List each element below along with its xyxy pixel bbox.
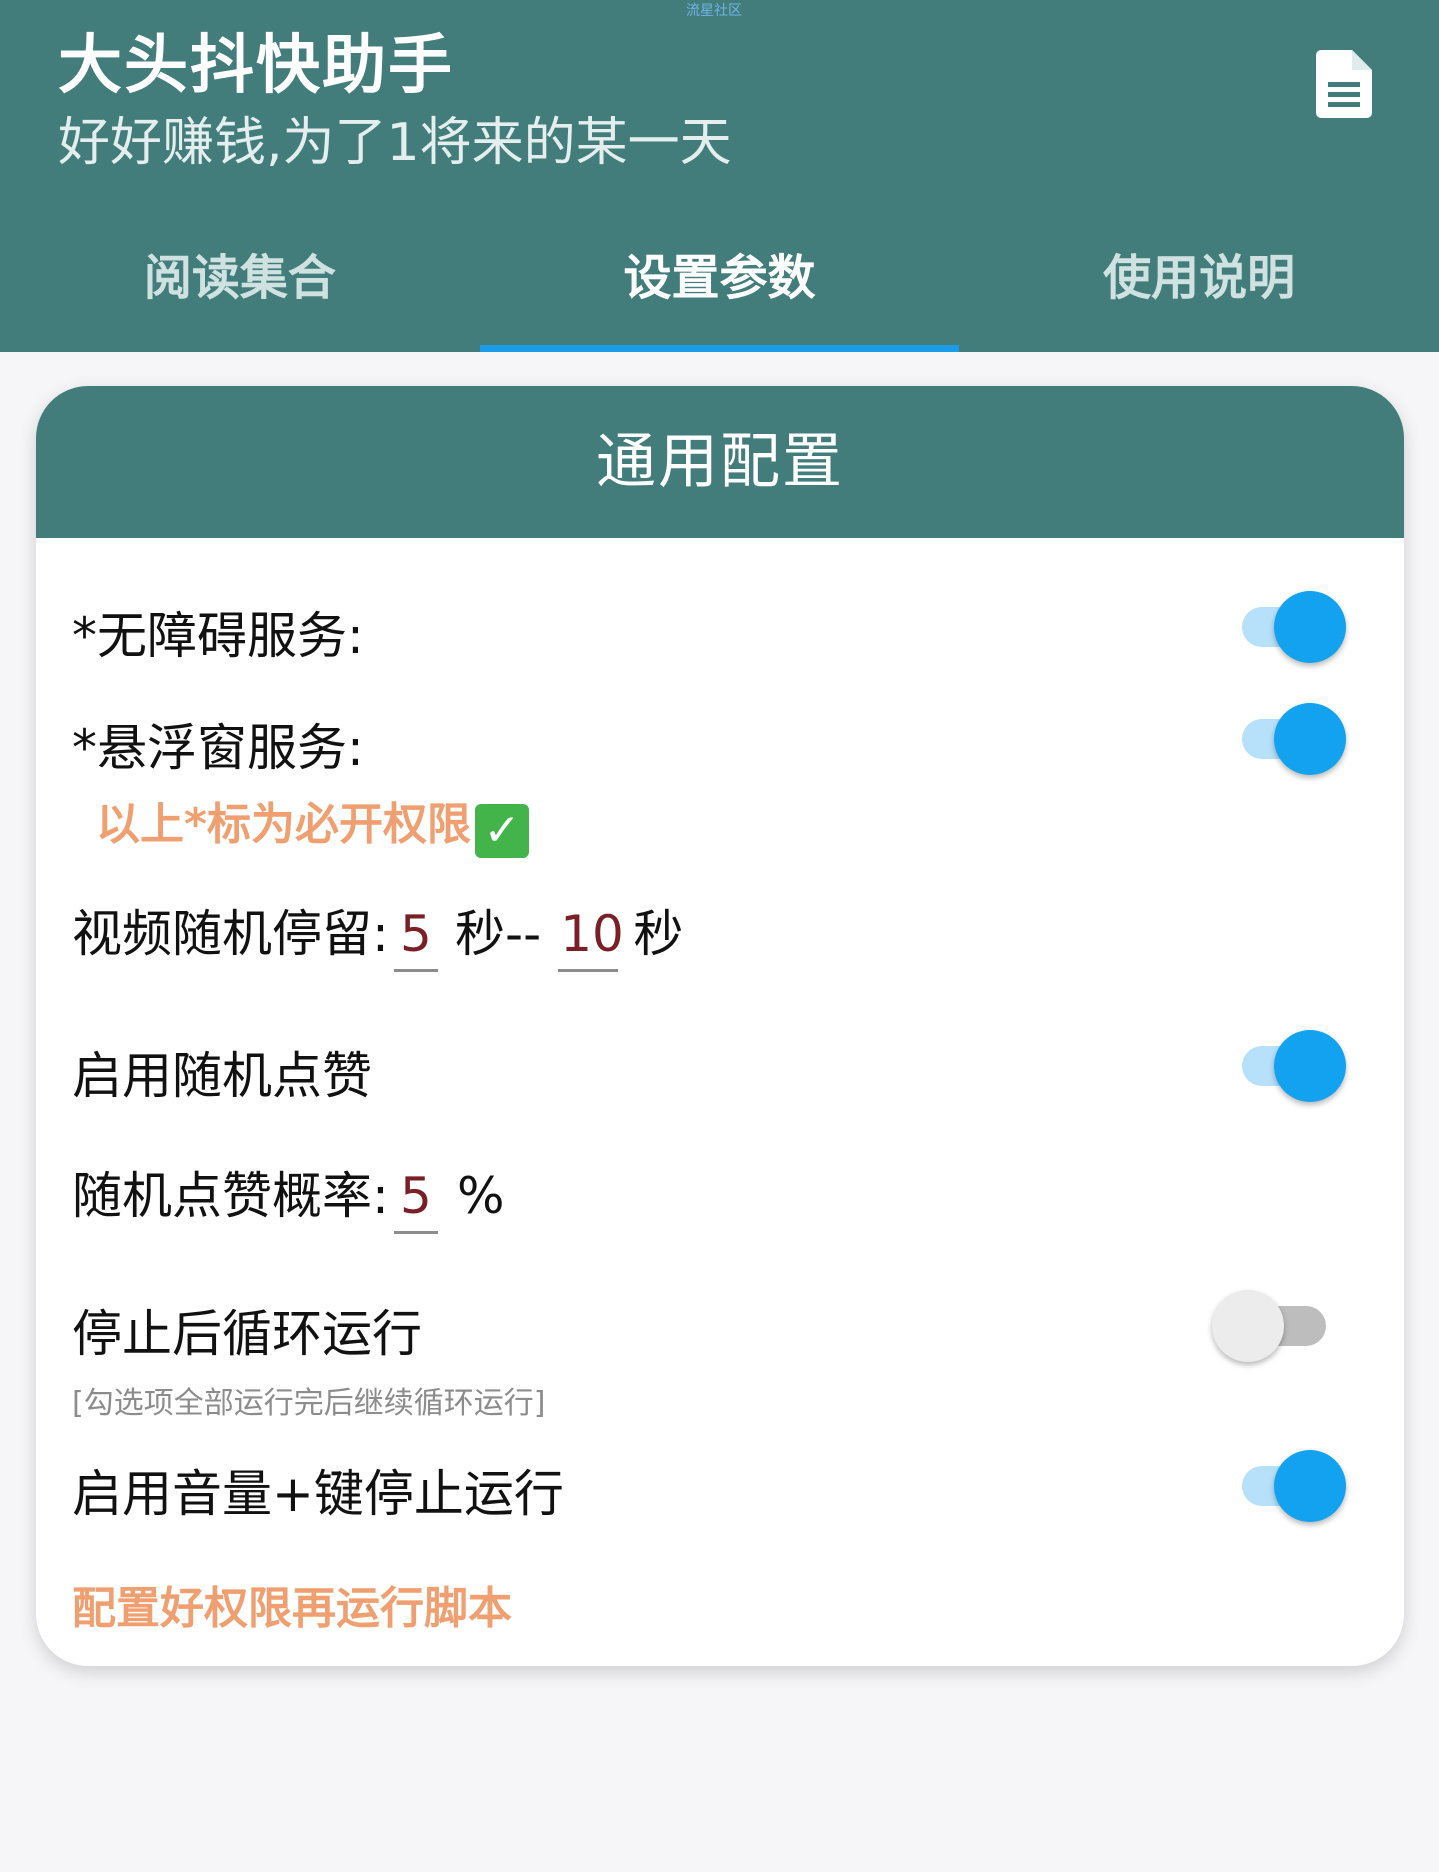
app-subtitle: 好好赚钱,为了1将来的某一天 [58, 113, 732, 173]
accessibility-label: *无障碍服务: [72, 607, 364, 665]
check-mark-icon: ✓ [475, 804, 530, 858]
general-config-card: 通用配置 *无障碍服务: *悬浮窗服务: 以上*标为必开权限 ✓ 视频随机停留: … [36, 386, 1404, 1666]
tab-bar: 阅读集合 设置参数 使用说明 [0, 210, 1439, 352]
like-rate-input[interactable]: 5 [393, 1167, 438, 1234]
video-stay-row: 视频随机停留: 5 秒-- 10 秒 [72, 894, 1368, 972]
run-script-note: 配置好权限再运行脚本 [72, 1583, 512, 1634]
card-title: 通用配置 [36, 386, 1404, 538]
video-stay-max-input[interactable]: 10 [558, 905, 624, 972]
loop-run-note: [勾选项全部运行完后继续循环运行] [72, 1386, 546, 1421]
required-permissions-note: 以上*标为必开权限 [96, 799, 472, 850]
tab-reading-collection[interactable]: 阅读集合 [0, 210, 480, 352]
floating-window-row: *悬浮窗服务: [72, 708, 1368, 780]
like-rate-row: 随机点赞概率: 5 % [72, 1156, 1368, 1234]
accessibility-row: *无障碍服务: [72, 596, 1368, 668]
random-like-label: 启用随机点赞 [72, 1047, 372, 1105]
like-rate-label: 随机点赞概率: [72, 1167, 389, 1225]
app-bar: 流星社区 大头抖快助手 好好赚钱,为了1将来的某一天 阅读集合 设置参数 使用说… [0, 0, 1439, 352]
volume-stop-row: 启用音量+键停止运行 [72, 1454, 1368, 1526]
random-like-switch[interactable] [1226, 1024, 1356, 1104]
volume-stop-switch[interactable] [1226, 1444, 1356, 1524]
switch-thumb [1274, 591, 1346, 663]
switch-thumb [1274, 1450, 1346, 1522]
floating-window-switch[interactable] [1226, 697, 1356, 777]
watermark: 流星社区 [686, 3, 742, 19]
bottom-note-row: 配置好权限再运行脚本 [72, 1572, 1368, 1636]
switch-thumb [1212, 1290, 1284, 1362]
tab-instructions[interactable]: 使用说明 [959, 210, 1439, 352]
loop-run-label: 停止后循环运行 [72, 1305, 422, 1363]
seconds-unit: 秒 [633, 905, 684, 963]
volume-stop-label: 启用音量+键停止运行 [72, 1465, 564, 1523]
accessibility-switch[interactable] [1226, 585, 1356, 665]
tab-settings[interactable]: 设置参数 [479, 210, 960, 352]
percent-unit: % [457, 1167, 505, 1225]
loop-run-switch[interactable] [1212, 1284, 1342, 1364]
document-icon[interactable] [1316, 50, 1372, 118]
loop-run-row: 停止后循环运行 [72, 1294, 1368, 1366]
app-title: 大头抖快助手 [58, 29, 454, 103]
random-like-row: 启用随机点赞 [72, 1036, 1368, 1108]
video-stay-label: 视频随机停留: [72, 905, 389, 963]
loop-run-note-row: [勾选项全部运行完后继续循环运行] [72, 1378, 1368, 1422]
required-note-row: 以上*标为必开权限 ✓ [96, 788, 1368, 858]
switch-thumb [1274, 703, 1346, 775]
switch-thumb [1274, 1030, 1346, 1102]
video-stay-min-input[interactable]: 5 [393, 905, 438, 972]
floating-window-label: *悬浮窗服务: [72, 719, 364, 777]
seconds-range-unit: 秒-- [455, 905, 542, 963]
